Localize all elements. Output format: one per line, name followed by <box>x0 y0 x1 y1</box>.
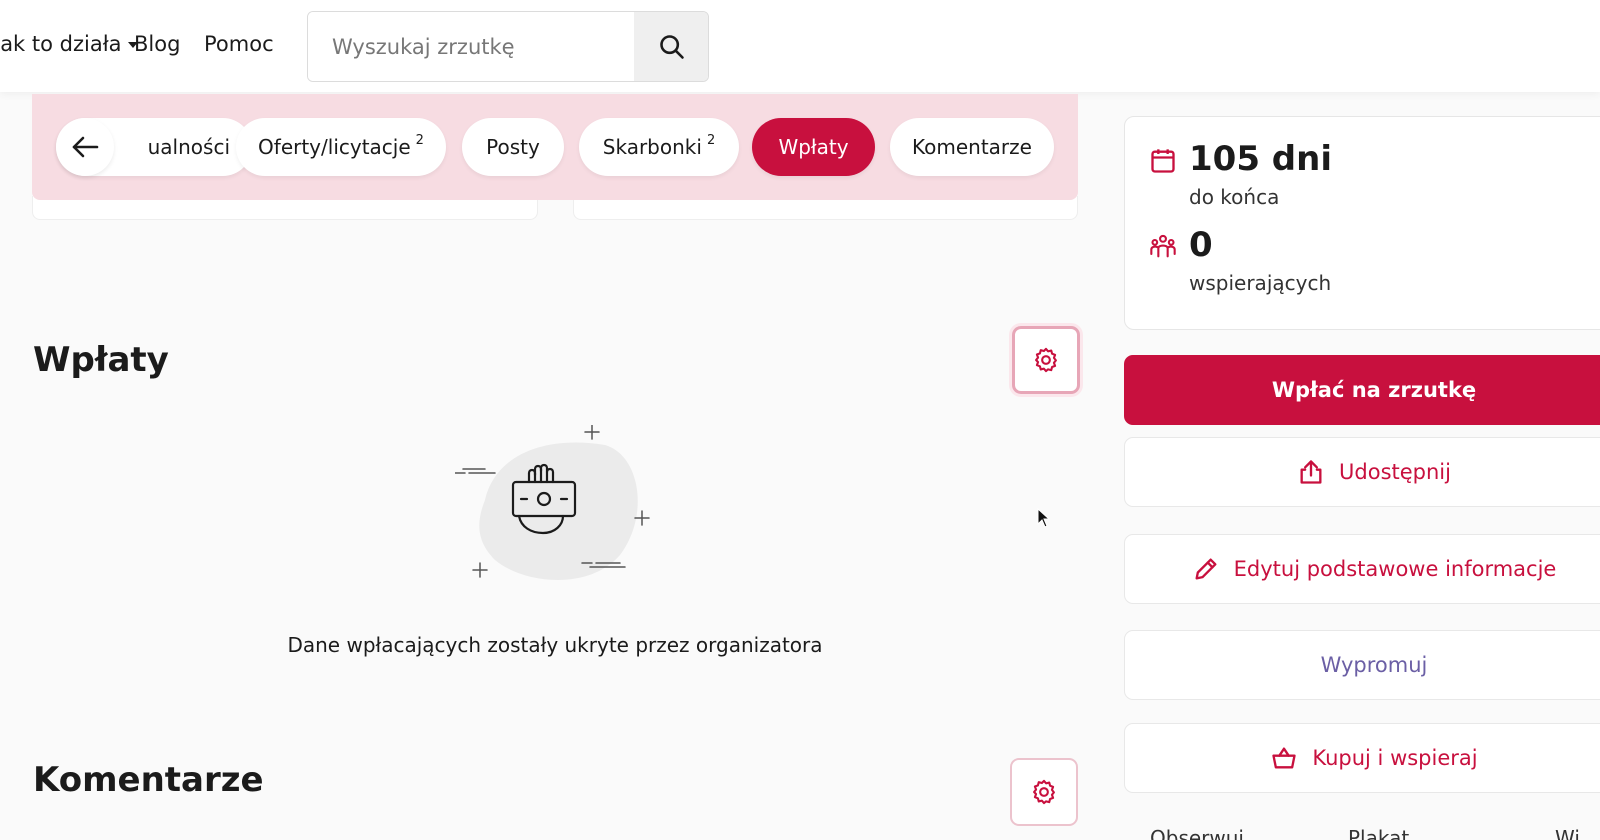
tab-label: Komentarze <box>912 135 1032 159</box>
supporters-label: wspierających <box>1189 271 1332 295</box>
search-button[interactable] <box>634 12 708 81</box>
edit-info-button-label: Edytuj podstawowe informacje <box>1233 557 1557 581</box>
nav-help[interactable]: Pomoc <box>204 32 274 56</box>
tab-label: Skarbonki <box>602 135 702 159</box>
promote-button-label: Wypromuj <box>1320 653 1428 677</box>
basket-icon <box>1272 747 1297 769</box>
tabs-back-button[interactable] <box>56 118 114 176</box>
fundraiser-stats-card: 105 dni do końca 0 wspierających <box>1124 116 1600 330</box>
calendar-icon <box>1151 149 1175 173</box>
gear-icon <box>1035 347 1057 373</box>
payments-title: Wpłaty <box>33 340 169 380</box>
poster-label: Plakat <box>1348 826 1410 840</box>
share-button-label: Udostępnij <box>1339 460 1451 484</box>
edit-info-button[interactable]: Edytuj podstawowe informacje <box>1124 534 1600 604</box>
more-label: Wi <box>1555 826 1580 840</box>
nav-how-it-works[interactable]: Jak to działa <box>0 32 138 56</box>
hidden-donors-illustration-icon <box>455 425 650 580</box>
donate-button[interactable]: Wpłać na zrzutkę <box>1124 355 1600 425</box>
share-icon <box>1300 460 1322 484</box>
payments-empty-message: Dane wpłacających zostały ukryte przez o… <box>287 633 823 657</box>
share-button[interactable]: Udostępnij <box>1124 437 1600 507</box>
tab-piggybanks[interactable]: Skarbonki 2 <box>579 118 739 176</box>
observe-label: Obserwuj <box>1150 826 1244 840</box>
nav-how-it-works-label: Jak to działa <box>0 32 122 56</box>
more-link[interactable]: Wi <box>1555 826 1580 840</box>
tab-label: Wpłaty <box>778 135 849 159</box>
search-box <box>307 11 709 82</box>
tab-label: Posty <box>486 135 540 159</box>
donate-button-label: Wpłać na zrzutkę <box>1271 378 1477 402</box>
tab-count-badge: 2 <box>415 132 424 148</box>
tab-comments[interactable]: Komentarze <box>890 118 1054 176</box>
gear-icon <box>1033 779 1055 805</box>
tab-label: ualności <box>147 135 230 159</box>
search-icon <box>660 34 684 59</box>
comments-title: Komentarze <box>33 760 264 800</box>
tab-offers[interactable]: Oferty/licytacje 2 <box>236 118 446 176</box>
mouse-cursor-icon <box>1037 508 1051 528</box>
supporters-icon <box>1150 234 1176 258</box>
shop-and-support-button-label: Kupuj i wspieraj <box>1312 746 1478 770</box>
tab-label: Oferty/licytacje <box>258 135 411 159</box>
comments-settings-button[interactable] <box>1010 758 1078 826</box>
supporters-value: 0 <box>1189 225 1213 265</box>
shop-and-support-button[interactable]: Kupuj i wspieraj <box>1124 723 1600 793</box>
pencil-icon <box>1195 558 1217 580</box>
arrow-left-icon <box>72 136 99 158</box>
tab-payments[interactable]: Wpłaty <box>752 118 875 176</box>
tab-count-badge: 2 <box>706 132 716 148</box>
nav-blog[interactable]: Blog <box>134 32 180 56</box>
tab-posts[interactable]: Posty <box>462 118 564 176</box>
days-left-value: 105 dni <box>1189 139 1333 179</box>
observe-link[interactable]: Obserwuj <box>1150 826 1244 840</box>
poster-link[interactable]: Plakat <box>1348 826 1409 840</box>
promote-button[interactable]: Wypromuj <box>1124 630 1600 700</box>
payments-settings-button[interactable] <box>1012 326 1080 394</box>
top-header: Jak to działa Blog Pomoc <box>0 0 1600 92</box>
section-tabs: ualności Oferty/licytacje 2 Posty Skarbon… <box>32 94 1078 200</box>
days-left-label: do końca <box>1189 185 1280 209</box>
search-input[interactable] <box>308 12 634 81</box>
